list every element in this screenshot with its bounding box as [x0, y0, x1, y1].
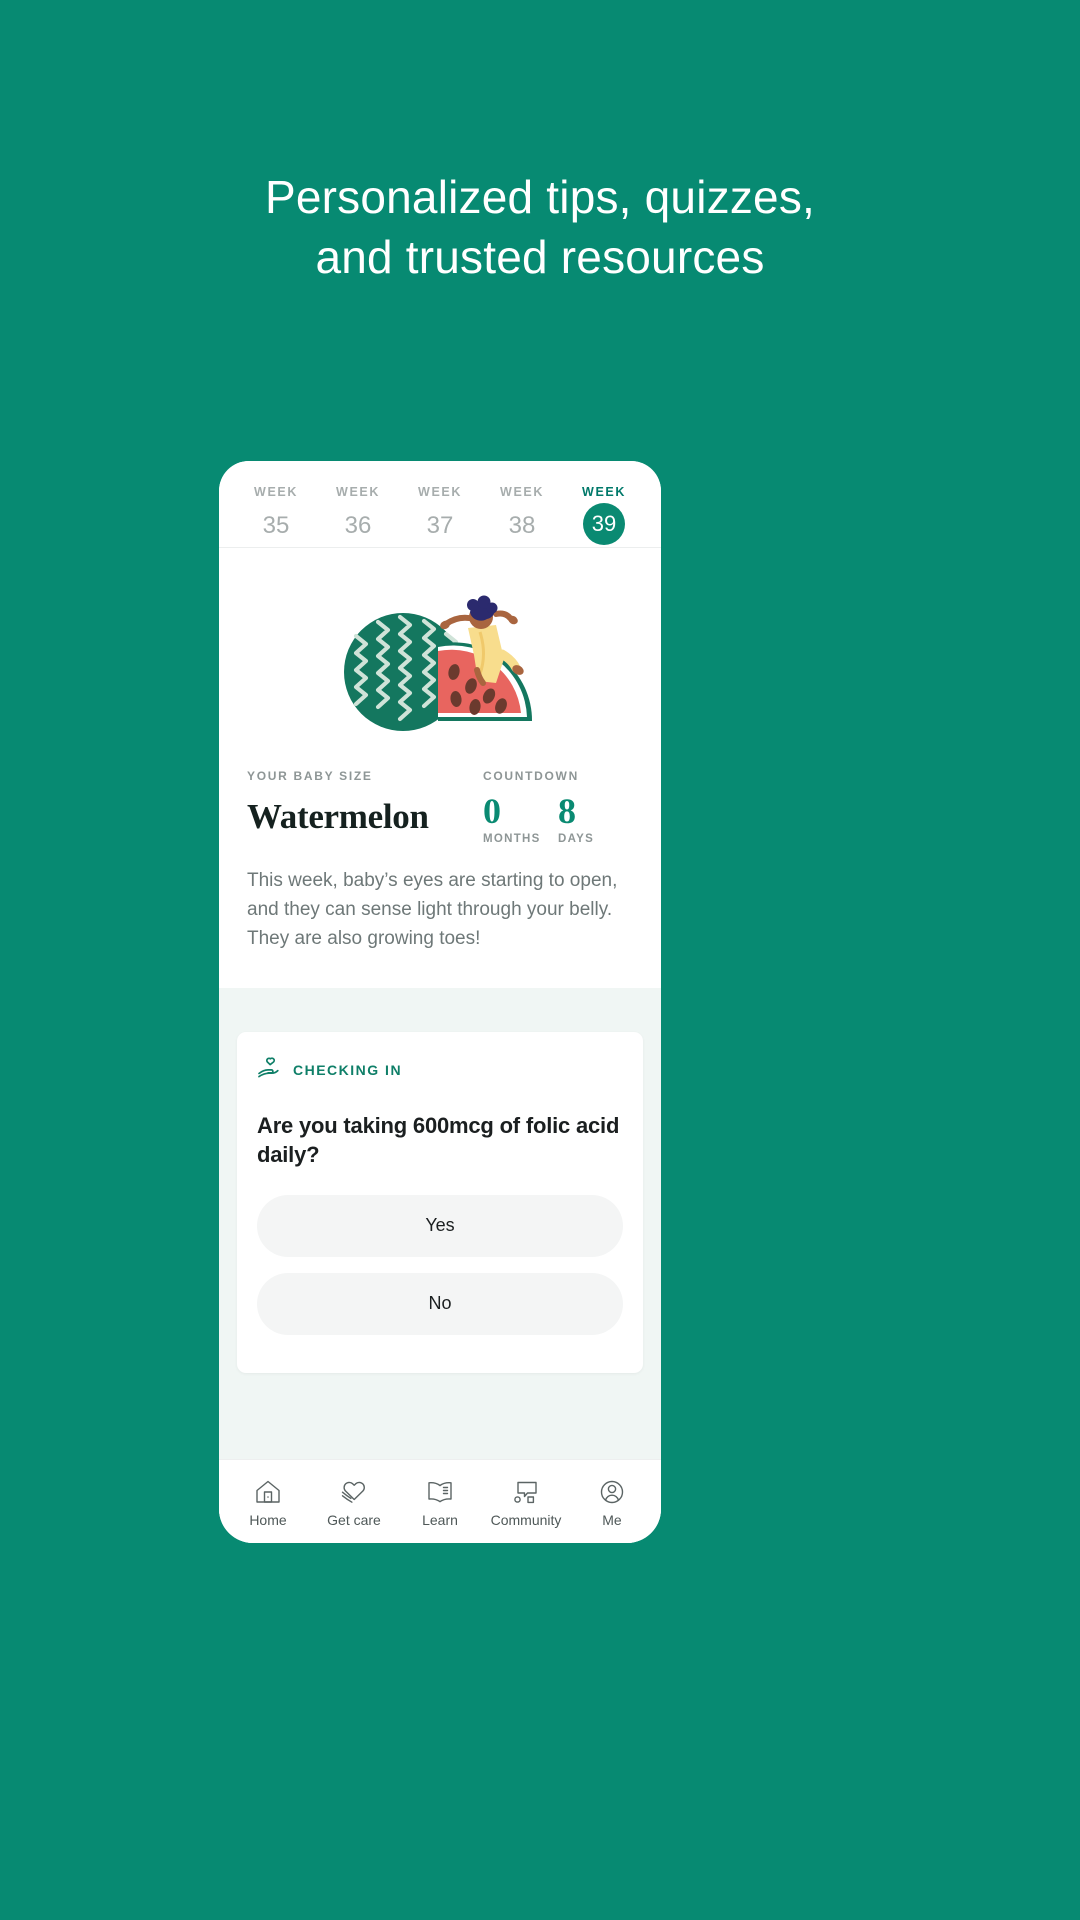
checking-in-header: CHECKING IN — [257, 1056, 623, 1085]
countdown-months: 0 MONTHS — [483, 791, 558, 845]
baby-meta-row: YOUR BABY SIZE Watermelon COUNTDOWN 0 MO… — [247, 769, 633, 845]
countdown-months-value: 0 — [483, 791, 501, 831]
tab-community[interactable]: Community — [483, 1475, 569, 1528]
week-tab-number: 39 — [583, 503, 625, 545]
week-tab-number: 36 — [344, 512, 372, 539]
week-tab-label: WEEK — [418, 485, 462, 499]
tab-get-care-label: Get care — [327, 1512, 381, 1528]
countdown-eyebrow: COUNTDOWN — [483, 769, 579, 783]
hero-section: YOUR BABY SIZE Watermelon COUNTDOWN 0 MO… — [219, 548, 661, 988]
tab-learn[interactable]: Learn — [397, 1475, 483, 1528]
answer-no-button[interactable]: No — [257, 1272, 623, 1335]
countdown-values: 0 MONTHS 8 DAYS — [483, 791, 633, 845]
week-tab-label: WEEK — [500, 485, 544, 499]
countdown-block: COUNTDOWN 0 MONTHS 8 DAYS — [483, 769, 633, 845]
speech-bubbles-icon — [483, 1475, 569, 1509]
home-icon — [225, 1475, 311, 1509]
week-description: This week, baby’s eyes are starting to o… — [247, 870, 618, 949]
baby-size-value: Watermelon — [247, 797, 429, 836]
tab-me-label: Me — [602, 1512, 622, 1528]
tab-me[interactable]: Me — [569, 1475, 655, 1528]
week-tab-number: 38 — [508, 512, 536, 539]
week-tab-label: WEEK — [336, 485, 380, 499]
watermelon-illustration-svg — [344, 595, 533, 731]
tab-home[interactable]: Home — [225, 1475, 311, 1528]
heart-hand-icon — [311, 1475, 397, 1509]
week-tab-label: WEEK — [582, 485, 626, 499]
countdown-days-value: 8 — [558, 791, 576, 831]
tab-home-label: Home — [249, 1512, 287, 1528]
tab-get-care[interactable]: Get care — [311, 1475, 397, 1528]
baby-size-eyebrow: YOUR BABY SIZE — [247, 769, 373, 783]
person-circle-icon — [569, 1475, 655, 1509]
week-tab-36[interactable]: WEEK 36 — [317, 485, 399, 543]
countdown-days-unit: DAYS — [558, 833, 595, 845]
tab-learn-label: Learn — [422, 1512, 458, 1528]
countdown-months-unit: MONTHS — [483, 833, 541, 845]
feed-section: CHECKING IN Are you taking 600mcg of fol… — [219, 987, 661, 1543]
answer-yes-button[interactable]: Yes — [257, 1194, 623, 1257]
checking-in-label: CHECKING IN — [293, 1062, 403, 1079]
baby-size-block: YOUR BABY SIZE Watermelon — [247, 769, 483, 837]
watermelon-illustration — [247, 548, 633, 763]
week-tab-35[interactable]: WEEK 35 — [235, 485, 317, 543]
headline-line-1: Personalized tips, quizzes, — [264, 171, 815, 223]
open-book-icon — [397, 1475, 483, 1509]
checking-in-answers: Yes No — [257, 1194, 623, 1335]
tab-community-label: Community — [490, 1512, 562, 1528]
week-tab-label: WEEK — [254, 485, 298, 499]
headline-line-2: and trusted resources — [315, 230, 765, 283]
week-tab-39-active[interactable]: WEEK 39 — [563, 485, 645, 545]
hand-heart-icon — [257, 1056, 283, 1085]
week-tab-number: 37 — [426, 512, 454, 539]
checking-in-card: CHECKING IN Are you taking 600mcg of fol… — [237, 1031, 643, 1373]
week-tab-37[interactable]: WEEK 37 — [399, 485, 481, 543]
phone-mockup: WEEK 35 WEEK 36 WEEK 37 WEEK 38 WEEK 39 — [219, 461, 661, 1543]
bottom-tab-bar: Home Get care Learn Community Me — [219, 1459, 661, 1543]
week-tab-number: 35 — [262, 512, 290, 539]
page-headline: Personalized tips, quizzes, and trusted … — [0, 168, 1080, 288]
week-tab-38[interactable]: WEEK 38 — [481, 485, 563, 543]
week-selector: WEEK 35 WEEK 36 WEEK 37 WEEK 38 WEEK 39 — [219, 461, 661, 548]
countdown-days: 8 DAYS — [558, 791, 633, 845]
checking-in-question: Are you taking 600mcg of folic acid dail… — [257, 1112, 620, 1167]
